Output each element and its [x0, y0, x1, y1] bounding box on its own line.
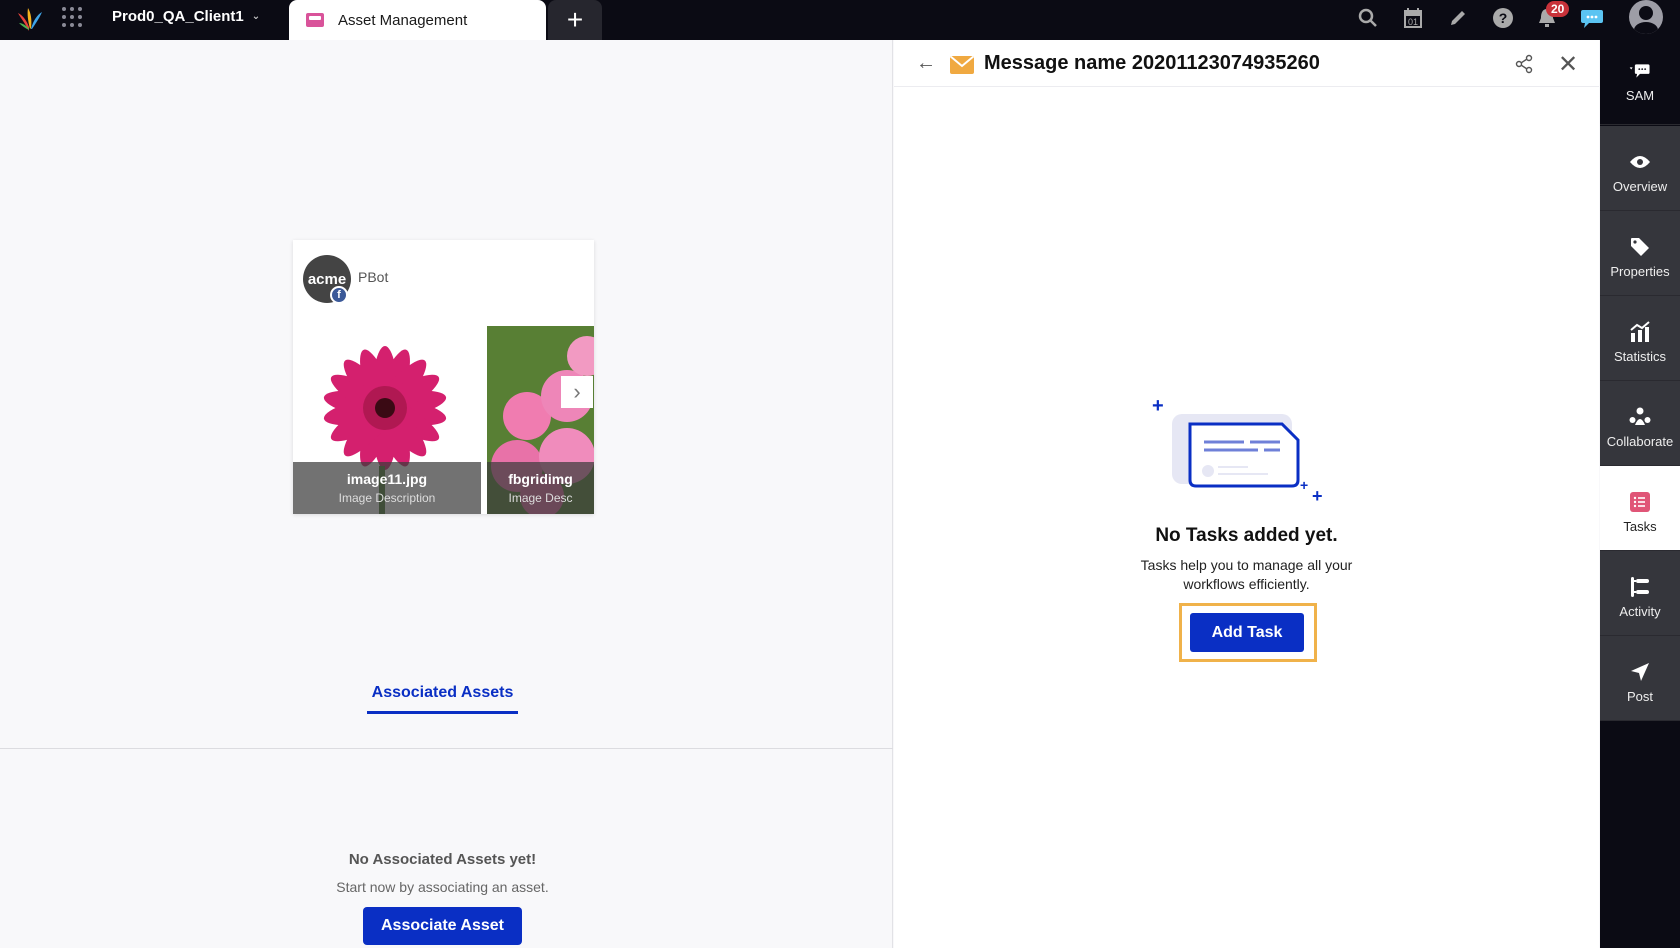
share-icon[interactable]	[1514, 54, 1534, 74]
description-line: workflows efficiently.	[1183, 576, 1310, 592]
description-line: Tasks help you to manage all your	[1140, 557, 1353, 573]
image-caption: fbgridimg Image Desc	[487, 462, 594, 514]
sidebar-item-label: Tasks	[1623, 519, 1657, 534]
image-title: fbgridimg	[508, 471, 573, 487]
add-task-button[interactable]: Add Task	[1190, 613, 1304, 652]
inbox-icon	[306, 13, 324, 27]
associate-asset-button[interactable]: Associate Asset	[363, 907, 522, 945]
close-icon[interactable]: ✕	[1558, 50, 1578, 79]
svg-text:?: ?	[1499, 10, 1508, 26]
sidebar-item-label: Activity	[1619, 604, 1661, 619]
empty-state-title: No Associated Assets yet!	[348, 851, 537, 868]
chat-icon[interactable]	[1580, 6, 1604, 30]
sidebar-item-label: Collaborate	[1606, 434, 1674, 449]
sidebar-item-post[interactable]: Post	[1600, 636, 1680, 721]
image-caption: image11.jpg Image Description	[293, 462, 481, 514]
sidebar-item-label: Properties	[1610, 264, 1670, 279]
help-icon[interactable]: ?	[1491, 6, 1515, 30]
calendar-icon[interactable]: 01	[1401, 6, 1425, 30]
new-tab-button[interactable]: +	[548, 0, 602, 40]
user-avatar-icon[interactable]	[1629, 0, 1663, 34]
image-description: Image Desc	[508, 491, 573, 505]
sidebar-item-activity[interactable]: Activity	[1600, 551, 1680, 636]
svg-text:+: +	[1152, 395, 1164, 417]
svg-text:+: +	[1312, 486, 1323, 504]
back-arrow-icon[interactable]: ←	[916, 52, 936, 75]
carousel-image[interactable]: fbgridimg Image Desc	[487, 326, 594, 514]
sidebar-item-label: Statistics	[1613, 349, 1666, 364]
chart-icon	[1629, 321, 1651, 343]
list-icon	[1629, 491, 1651, 513]
edit-icon[interactable]	[1446, 6, 1470, 30]
client-selector[interactable]: Prod0_QA_Client1 ⌄	[112, 8, 260, 25]
facebook-icon: f	[330, 286, 348, 304]
sidebar-item-collaborate[interactable]: Collaborate	[1600, 381, 1680, 466]
sidebar-item-sam[interactable]: SAM	[1600, 40, 1680, 125]
eye-icon	[1629, 151, 1651, 173]
divider	[0, 748, 893, 749]
tab-associated-assets[interactable]: Associated Assets	[367, 676, 518, 714]
empty-tasks-description: Tasks help you to manage all your workfl…	[894, 556, 1599, 594]
image-title: image11.jpg	[346, 471, 428, 487]
tab-label: Asset Management	[338, 11, 468, 29]
sidebar-item-overview[interactable]: Overview	[1600, 126, 1680, 211]
chevron-right-icon: ›	[573, 379, 581, 404]
sidebar-item-label: Overview	[1612, 179, 1668, 194]
empty-state-subtitle: Start now by associating an asset.	[336, 879, 549, 895]
empty-tasks-title: No Tasks added yet.	[1155, 525, 1338, 546]
app-grid-icon[interactable]	[62, 7, 84, 29]
sidebar-item-properties[interactable]: Properties	[1600, 211, 1680, 296]
asset-preview-panel: acme f PBot image11.jpg Image Descriptio…	[0, 40, 893, 948]
activity-icon	[1629, 576, 1651, 598]
image-description: Image Description	[338, 491, 436, 505]
carousel-next-button[interactable]: ›	[561, 376, 593, 408]
send-icon	[1629, 661, 1651, 683]
app-logo-icon[interactable]	[16, 5, 44, 33]
empty-tasks-illustration: + + +	[1152, 395, 1323, 504]
message-title: Message name 20201123074935260	[984, 52, 1320, 74]
chat-icon	[1629, 60, 1651, 82]
account-name: PBot	[358, 269, 389, 285]
message-detail-panel: ← Message name 20201123074935260 ✕ + + +…	[894, 40, 1599, 948]
panel-header: ← Message name 20201123074935260 ✕	[894, 40, 1599, 87]
tag-icon	[1629, 236, 1651, 258]
search-icon[interactable]	[1356, 6, 1380, 30]
right-sidebar: SAM Overview Properties Statistics Colla…	[1600, 40, 1680, 948]
notification-badge: 20	[1546, 1, 1570, 17]
sidebar-item-label: Post	[1626, 689, 1653, 704]
top-bar: Prod0_QA_Client1 ⌄ Asset Management + 01…	[0, 0, 1680, 40]
svg-text:01: 01	[1408, 17, 1418, 27]
post-preview-card: acme f PBot image11.jpg Image Descriptio…	[293, 240, 594, 514]
tab-asset-management[interactable]: Asset Management	[289, 0, 546, 40]
carousel-image[interactable]: image11.jpg Image Description	[293, 326, 481, 514]
client-name: Prod0_QA_Client1	[112, 8, 244, 25]
svg-text:+: +	[1300, 477, 1308, 493]
sidebar-item-tasks[interactable]: Tasks	[1600, 466, 1680, 551]
sidebar-item-statistics[interactable]: Statistics	[1600, 296, 1680, 381]
chevron-down-icon: ⌄	[251, 11, 261, 22]
people-icon	[1629, 406, 1651, 428]
sidebar-item-label: SAM	[1625, 88, 1655, 103]
mail-icon	[950, 56, 974, 74]
